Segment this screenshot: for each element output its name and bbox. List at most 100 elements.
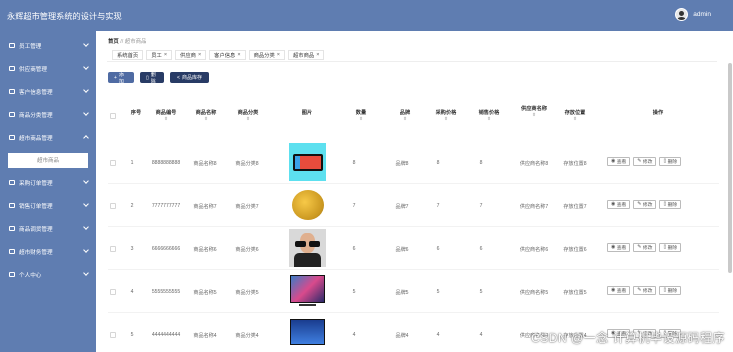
- add-button[interactable]: + 添加: [108, 72, 134, 85]
- sidebar-item-employee[interactable]: 员工管理: [0, 34, 96, 57]
- user-menu[interactable]: admin: [675, 8, 711, 21]
- tag-supplier[interactable]: 供应商 ×: [175, 49, 207, 60]
- cell-code: 4444444444: [151, 332, 181, 338]
- sidebar: 员工管理 供应商管理 客户信息管理 商品分类管理 超市商品管理 超市商品 采购订…: [0, 31, 96, 352]
- cell-sale-price: 5: [479, 289, 483, 295]
- column-label: 图片: [301, 110, 313, 116]
- cell-purchase-price: 4: [436, 332, 440, 338]
- view-button[interactable]: ◉ 查看: [607, 200, 631, 209]
- edit-button[interactable]: ✎ 修改: [633, 157, 657, 166]
- delete-row-button[interactable]: ▯ 删除: [659, 243, 682, 252]
- close-icon[interactable]: ×: [277, 52, 280, 58]
- eye-icon: ◉: [611, 159, 616, 164]
- product-image: [289, 186, 326, 224]
- view-button[interactable]: ◉ 查看: [607, 157, 631, 166]
- view-button[interactable]: ◉ 查看: [607, 243, 631, 252]
- edit-button[interactable]: ✎ 修改: [633, 200, 657, 209]
- tag-home[interactable]: 系统首页: [112, 49, 144, 60]
- sidebar-subitem-products[interactable]: 超市商品: [8, 152, 88, 168]
- sidebar-item-sales[interactable]: 销售订单管理: [0, 194, 96, 217]
- sort-icon[interactable]: ⬍: [188, 116, 224, 121]
- view-button-label: 查看: [616, 160, 627, 165]
- delete-row-button[interactable]: ▯ 删除: [659, 286, 682, 295]
- sidebar-item-products[interactable]: 超市商品管理: [0, 126, 96, 149]
- eye-icon: ◉: [611, 245, 616, 250]
- cell-quantity: 5: [352, 289, 356, 295]
- delete-button-label: 删除: [667, 203, 678, 208]
- select-all-checkbox[interactable]: [110, 113, 116, 119]
- avatar[interactable]: [675, 8, 689, 21]
- column-header-code[interactable]: 商品编号 ⬍: [146, 109, 186, 121]
- stock-stats-button[interactable]: < 商品库存: [170, 72, 209, 83]
- column-header-supplier[interactable]: 供应商名称 ⬍: [516, 105, 552, 117]
- table-row: 4 5555555555 商品名称5 商品分类5 5 品牌5 5 5 供应商名称5 存放位置5 ◉ 查…: [108, 270, 719, 313]
- cell-brand: 品牌4: [395, 333, 409, 339]
- tag-employee[interactable]: 员工 ×: [146, 49, 173, 60]
- sidebar-item-finance[interactable]: 超市财务管理: [0, 240, 96, 263]
- sort-icon[interactable]: ⬍: [230, 116, 266, 121]
- cell-location: 存放位置5: [563, 290, 587, 296]
- close-icon[interactable]: ×: [237, 52, 240, 58]
- menu-icon: [9, 112, 15, 117]
- tags-bar: 系统首页 员工 × 供应商 × 客户信息 × 商品分类 × 超市商品 ×: [107, 48, 717, 62]
- stock-stats-button-label: 商品库存: [181, 75, 202, 81]
- tag-category[interactable]: 商品分类 ×: [248, 49, 285, 60]
- sort-icon[interactable]: ⬍: [516, 112, 552, 117]
- column-header-location[interactable]: 存放位置 ⬍: [558, 109, 592, 121]
- row-checkbox[interactable]: [110, 246, 116, 252]
- sidebar-item-profile[interactable]: 个人中心: [0, 263, 96, 286]
- cell-supplier: 供应商名称5: [519, 290, 549, 296]
- scrollbar[interactable]: [728, 63, 732, 273]
- column-header-purchase-price[interactable]: 采购价格 ⬍: [431, 109, 461, 121]
- chevron-down-icon: [83, 64, 89, 70]
- sidebar-item-purchase[interactable]: 采购订单管理: [0, 171, 96, 194]
- cell-index: 2: [130, 203, 134, 209]
- sort-icon[interactable]: ⬍: [474, 116, 504, 121]
- cell-code: 7777777777: [151, 203, 181, 209]
- sidebar-item-transfer[interactable]: 商品调货管理: [0, 217, 96, 240]
- sort-icon[interactable]: ⬍: [146, 116, 186, 121]
- menu-icon: [9, 66, 15, 71]
- cell-category: 商品分类5: [235, 290, 259, 296]
- column-header-sale-price[interactable]: 销售价格 ⬍: [474, 109, 504, 121]
- sidebar-item-category[interactable]: 商品分类管理: [0, 103, 96, 126]
- delete-row-button[interactable]: ▯ 删除: [659, 200, 682, 209]
- username[interactable]: admin: [693, 11, 711, 18]
- delete-button[interactable]: ▯ 删除: [140, 72, 164, 85]
- sidebar-item-supplier[interactable]: 供应商管理: [0, 57, 96, 80]
- product-image: [289, 143, 326, 181]
- sidebar-item-customer[interactable]: 客户信息管理: [0, 80, 96, 103]
- sidebar-item-label: 商品调货管理: [19, 226, 53, 233]
- cell-purchase-price: 5: [436, 289, 440, 295]
- column-header-category[interactable]: 商品分类 ⬍: [230, 109, 266, 121]
- sort-icon[interactable]: ⬍: [348, 116, 374, 121]
- view-button[interactable]: ◉ 查看: [607, 286, 631, 295]
- close-icon[interactable]: ×: [316, 52, 319, 58]
- tag-customer[interactable]: 客户信息 ×: [209, 49, 246, 60]
- row-checkbox[interactable]: [110, 203, 116, 209]
- row-checkbox[interactable]: [110, 332, 116, 338]
- sort-icon[interactable]: ⬍: [393, 116, 417, 121]
- column-header-brand[interactable]: 品牌 ⬍: [393, 109, 417, 121]
- menu-icon: [9, 249, 15, 254]
- product-image: [289, 315, 326, 352]
- delete-row-button[interactable]: ▯ 删除: [659, 157, 682, 166]
- column-header-quantity[interactable]: 数量 ⬍: [348, 109, 374, 121]
- breadcrumb-home[interactable]: 首页: [108, 39, 119, 45]
- cell-category: 商品分类7: [235, 204, 259, 210]
- row-checkbox[interactable]: [110, 160, 116, 166]
- cell-supplier: 供应商名称8: [519, 161, 549, 167]
- row-checkbox[interactable]: [110, 289, 116, 295]
- close-icon[interactable]: ×: [198, 52, 201, 58]
- share-icon: <: [177, 74, 180, 81]
- close-icon[interactable]: ×: [164, 52, 167, 58]
- cell-name: 商品名称4: [193, 333, 217, 339]
- column-header-name[interactable]: 商品名称 ⬍: [188, 109, 224, 121]
- cell-category: 商品分类8: [235, 161, 259, 167]
- sort-icon[interactable]: ⬍: [558, 116, 592, 121]
- edit-button[interactable]: ✎ 修改: [633, 286, 657, 295]
- tag-products[interactable]: 超市商品 ×: [288, 49, 325, 60]
- sort-icon[interactable]: ⬍: [431, 116, 461, 121]
- sidebar-item-label: 客户信息管理: [19, 89, 53, 96]
- edit-button[interactable]: ✎ 修改: [633, 243, 657, 252]
